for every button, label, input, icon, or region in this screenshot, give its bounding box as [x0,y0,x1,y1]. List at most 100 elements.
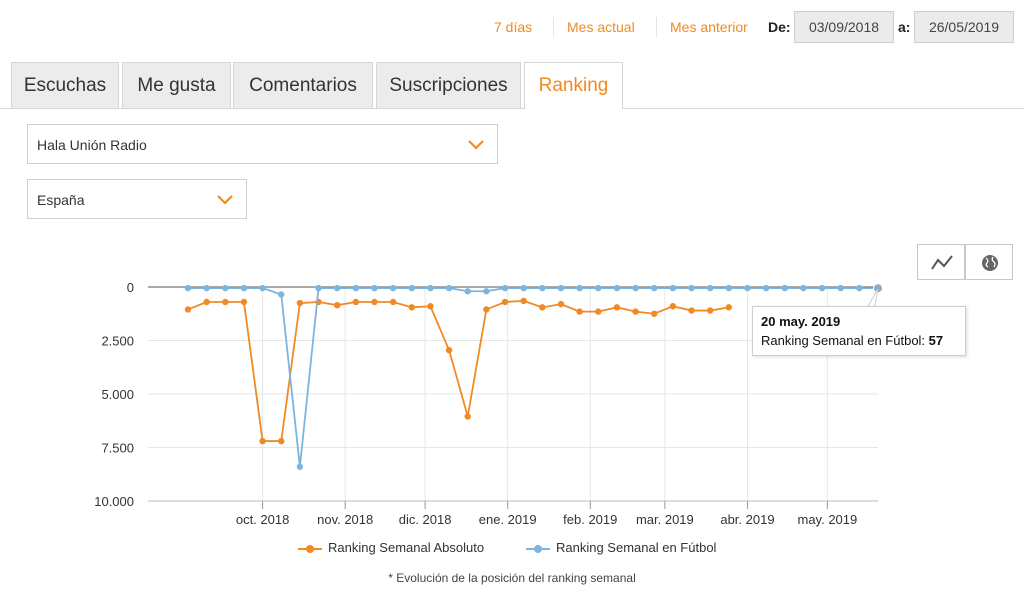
data-point [203,284,210,292]
data-point [408,284,415,292]
data-point [557,300,565,308]
data-point [669,284,677,292]
data-point [278,437,285,445]
data-point [744,284,751,292]
data-point [706,307,714,314]
tab-escuchas[interactable]: Escuchas [11,62,119,108]
data-point [445,346,453,354]
data-point [408,304,415,311]
data-point [352,298,360,306]
y-tick-label: 7.500 [101,441,134,456]
x-tick-label: feb. 2019 [563,512,617,527]
legend-item-absoluto[interactable]: Ranking Semanal Absoluto [298,540,484,555]
legend-label: Ranking Semanal Absoluto [328,540,485,555]
data-point [706,284,714,292]
data-point [333,301,341,309]
data-point [352,284,360,292]
data-point [576,308,583,315]
data-point [557,284,565,292]
data-point [632,284,639,292]
chevron-down-icon [217,195,233,205]
data-point [613,284,621,292]
data-point [595,308,602,315]
period-previous-month-link[interactable]: Mes anterior [670,19,748,35]
data-point [651,284,658,292]
data-point [781,284,788,292]
data-point [651,310,658,317]
data-point [389,298,397,306]
data-point [259,284,266,292]
data-point [427,284,434,292]
data-point [222,298,229,306]
data-point [333,284,341,292]
tooltip-date: 20 may. 2019 [761,314,841,329]
tab-me-gusta[interactable]: Me gusta [122,62,231,108]
y-tick-label: 10.000 [94,494,134,509]
data-point [539,284,546,292]
data-point [240,284,248,292]
data-point [259,437,266,445]
data-point [725,304,733,311]
data-point [800,284,807,292]
tooltip-series: Ranking Semanal en Fútbol: [761,333,926,348]
chart-footnote: * Evolución de la posición del ranking s… [388,571,636,585]
y-tick-label: 5.000 [101,387,134,402]
x-tick-label: mar. 2019 [636,512,694,527]
data-point [464,288,471,295]
period-7-days-link[interactable]: 7 días [494,19,532,35]
data-point [762,284,770,292]
data-point [203,298,210,306]
tab-comentarios[interactable]: Comentarios [233,62,373,108]
data-point [632,308,639,315]
data-point [595,284,602,292]
data-point [613,304,621,311]
data-point [576,284,583,292]
data-point [725,284,733,292]
program-select-value: Hala Unión Radio [37,137,147,153]
data-point [818,284,826,292]
legend-label: Ranking Semanal en Fútbol [556,540,717,555]
data-point [464,413,471,420]
data-point [222,284,229,292]
x-tick-label: ene. 2019 [479,512,537,527]
data-point [856,284,863,292]
tab-suscripciones[interactable]: Suscripciones [376,62,521,108]
data-point [483,288,490,295]
data-point [184,284,192,292]
data-point [688,307,695,314]
divider [656,17,657,37]
legend-marker [298,544,322,554]
tooltip-value: 57 [928,333,944,348]
country-select[interactable]: España [27,179,247,219]
tooltip-value-line: Ranking Semanal en Fútbol: 57 [761,333,957,348]
y-tick-label: 0 [127,280,134,295]
data-point [371,298,378,306]
to-date-input[interactable]: 26/05/2019 [914,11,1014,43]
divider [553,17,554,37]
x-tick-label: oct. 2018 [236,512,290,527]
x-tick-label: nov. 2018 [317,512,373,527]
data-point [296,299,304,307]
chevron-down-icon [468,140,484,150]
data-point [520,297,527,305]
series-line [187,300,729,442]
y-tick-label: 2.500 [101,334,134,349]
data-point [837,284,844,292]
period-current-month-link[interactable]: Mes actual [567,19,635,35]
program-select[interactable]: Hala Unión Radio [27,124,498,164]
tab-ranking[interactable]: Ranking [524,62,623,109]
x-tick-label: may. 2019 [798,512,858,527]
data-point [539,304,546,311]
data-point [501,298,509,306]
data-point [315,284,322,292]
x-tick-label: dic. 2018 [399,512,452,527]
chart-tooltip: 20 may. 2019 Ranking Semanal en Fútbol: … [752,306,966,356]
x-tick-label: abr. 2019 [720,512,774,527]
legend-item-futbol[interactable]: Ranking Semanal en Fútbol [526,540,716,555]
tab-baseline [0,108,1024,109]
top-bar: 7 días Mes actual Mes anterior De: 03/09… [0,0,1024,56]
data-point [445,284,453,292]
from-date-input[interactable]: 03/09/2018 [794,11,894,43]
country-select-value: España [37,192,85,208]
tab-bar: Escuchas Me gusta Comentarios Suscripcio… [0,62,1024,109]
